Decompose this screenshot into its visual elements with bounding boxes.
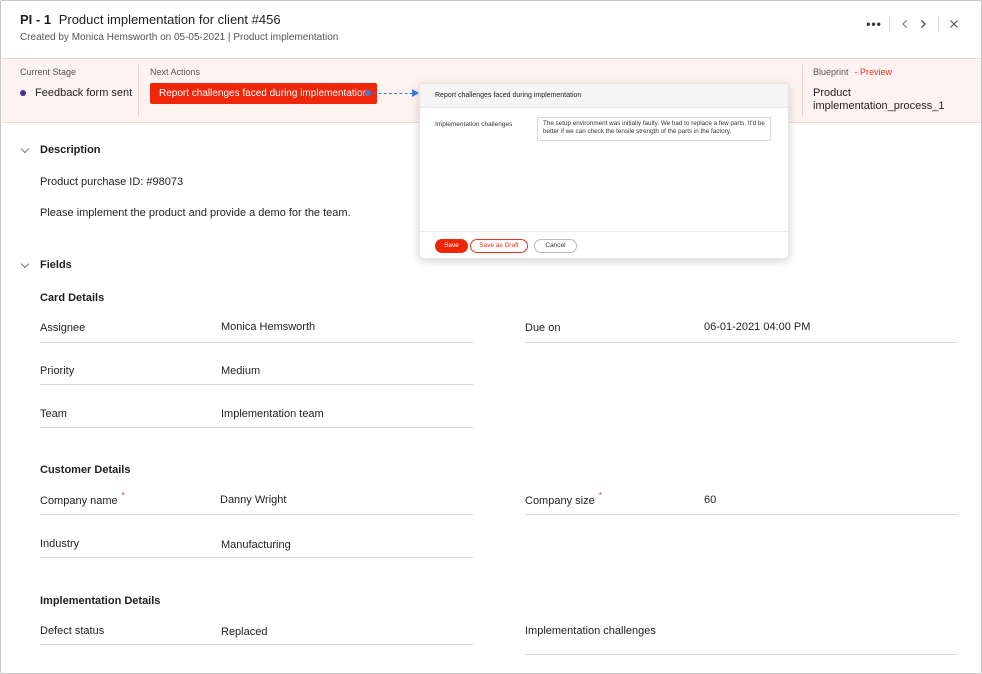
next-action-button[interactable]: Report challenges faced during implement… <box>150 83 378 104</box>
blueprint-label-row: Blueprint - Preview <box>813 67 892 77</box>
cancel-button[interactable]: Cancel <box>534 239 577 253</box>
blueprint-name: Product implementation_process_1 <box>813 87 945 112</box>
header-divider <box>889 16 890 32</box>
implementation-challenges-label: Implementation challenges <box>525 625 656 637</box>
card-details-heading: Card Details <box>40 292 105 304</box>
defect-status-value[interactable]: Replaced <box>221 626 267 638</box>
current-stage: Feedback form sent <box>20 87 132 99</box>
priority-value[interactable]: Medium <box>221 365 260 377</box>
connector-arrow-icon <box>412 89 419 97</box>
assignee-label: Assignee <box>40 322 86 334</box>
assignee-value[interactable]: Monica Hemsworth <box>221 321 315 333</box>
chevron-right-icon[interactable] <box>914 15 932 33</box>
company-name-value[interactable]: Danny Wright <box>220 494 286 506</box>
required-mark: * <box>598 491 602 500</box>
more-icon[interactable]: ••• <box>865 15 883 33</box>
popup-footer: Save Save as Draft Cancel <box>420 231 788 259</box>
stage-divider <box>802 65 803 117</box>
created-date: on 05-05-2021 <box>160 32 226 43</box>
field-underline <box>525 654 957 655</box>
due-on-label: Due on <box>525 322 561 334</box>
defect-status-label: Defect status <box>40 625 105 637</box>
field-underline <box>40 384 473 385</box>
next-actions-label: Next Actions <box>150 67 201 77</box>
header-actions: ••• <box>865 15 963 33</box>
header-divider <box>938 16 939 32</box>
company-size-label: Company size * <box>525 491 602 507</box>
chevron-down-icon <box>20 144 30 153</box>
description-heading: Description <box>40 144 101 156</box>
card-id: PI - 1 <box>20 12 52 27</box>
company-name-label: Company name * <box>40 491 125 507</box>
field-underline <box>40 557 473 558</box>
close-icon[interactable] <box>945 15 963 33</box>
stage-divider <box>138 65 139 117</box>
company-name-label-text: Company name <box>40 495 118 507</box>
company-size-value[interactable]: 60 <box>704 494 716 506</box>
implementation-challenges-textarea[interactable]: The setup environment was initially faul… <box>537 117 771 141</box>
blueprint-label: Blueprint <box>813 67 849 77</box>
field-underline <box>40 342 473 343</box>
industry-value[interactable]: Manufacturing <box>221 539 291 551</box>
stage-dot-icon <box>20 90 26 96</box>
popup-field-label: Implementation challenges <box>435 121 513 128</box>
team-label: Team <box>40 408 67 420</box>
card-header: PI - 1 Product implementation for client… <box>1 1 981 58</box>
description-section-toggle[interactable]: Description <box>20 144 101 156</box>
creator-name[interactable]: Monica Hemsworth <box>72 32 158 43</box>
field-underline <box>40 427 473 428</box>
popup-title: Report challenges faced during implement… <box>420 84 788 108</box>
field-underline <box>525 342 957 343</box>
customer-details-heading: Customer Details <box>40 464 131 476</box>
field-underline <box>525 514 957 515</box>
fields-heading: Fields <box>40 259 72 271</box>
priority-label: Priority <box>40 365 75 377</box>
current-stage-value: Feedback form sent <box>35 87 133 99</box>
card-category: Product implementation <box>233 32 339 43</box>
chevron-down-icon <box>20 259 30 268</box>
connector-line <box>368 93 418 94</box>
card-detail-panel: PI - 1 Product implementation for client… <box>0 0 982 674</box>
implementation-details-heading: Implementation Details <box>40 595 161 607</box>
save-as-draft-button[interactable]: Save as Draft <box>470 239 528 253</box>
description-line: Product purchase ID: #98073 <box>40 176 184 188</box>
save-button[interactable]: Save <box>435 239 468 253</box>
required-mark: * <box>121 491 125 500</box>
card-title-text: Product implementation for client #456 <box>58 12 281 27</box>
company-size-label-text: Company size <box>525 495 595 507</box>
subtitle-separator: | <box>227 32 231 43</box>
field-underline <box>40 644 473 645</box>
chevron-left-icon[interactable] <box>896 15 914 33</box>
team-value[interactable]: Implementation team <box>221 408 324 420</box>
description-line: Please implement the product and provide… <box>40 207 351 219</box>
due-on-value[interactable]: 06-01-2021 04:00 PM <box>704 321 810 333</box>
card-subtitle: Created by Monica Hemsworth on 05-05-202… <box>20 32 338 43</box>
field-underline <box>40 514 473 515</box>
blueprint-preview-link[interactable]: - Preview <box>855 67 893 77</box>
card-title: PI - 1 Product implementation for client… <box>20 12 281 27</box>
current-stage-label: Current Stage <box>20 67 77 77</box>
created-by-label: Created by <box>20 32 69 43</box>
fields-section-toggle[interactable]: Fields <box>20 259 72 271</box>
industry-label: Industry <box>40 538 80 550</box>
transition-popup: Report challenges faced during implement… <box>419 83 789 259</box>
